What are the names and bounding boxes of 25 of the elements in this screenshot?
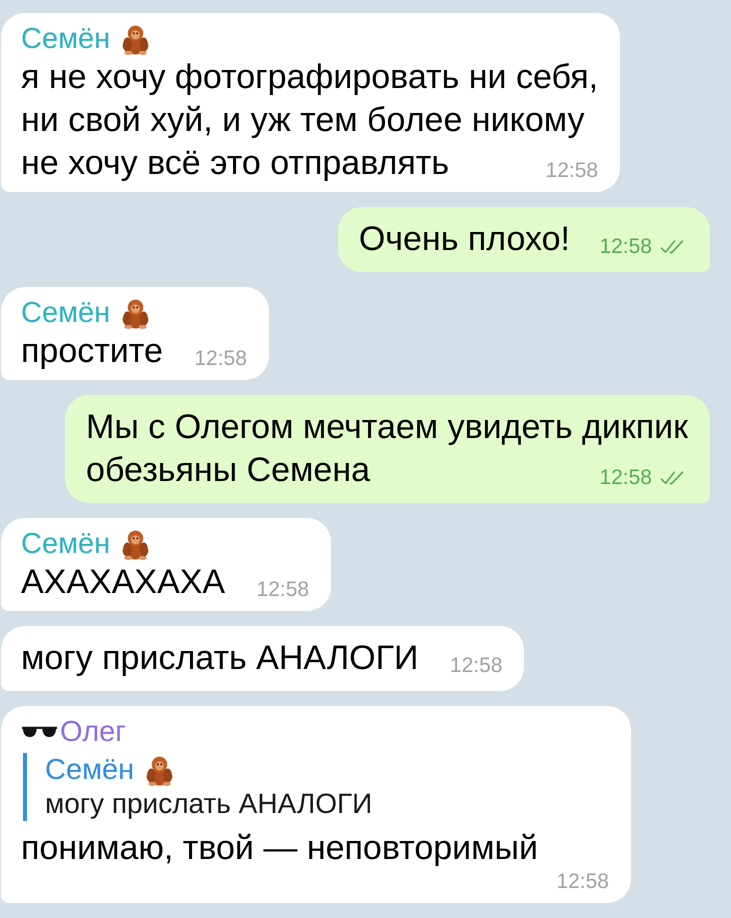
quoted-message-text: могу прислать АНАЛОГИ [45,787,374,821]
message-text: не хочу всё это отправлять [21,144,450,182]
reply-sender-name: Семён [45,753,134,787]
message-time: 12:58 [546,159,598,183]
message-text: обезьяны Семена [86,451,370,489]
message-text: простите [21,332,163,370]
message-time: 12:58 [599,235,652,259]
message-time: 12:58 [556,870,609,894]
reply-quote[interactable]: Семён могу прислать АНАЛОГИ [23,753,609,821]
message-text: Очень плохо! [358,220,570,258]
sender-name: Семён [21,296,110,330]
message-text: ни свой хуй, и уж тем более никому [21,101,584,139]
sunglasses-icon [21,725,58,739]
message-time: 12:58 [450,654,502,678]
message-text: я не хочу фотографировать ни себя, [21,58,598,96]
message-text: могу прислать АНАЛОГИ [21,639,418,677]
message-text: АХАХАХАХА [21,563,226,601]
message-time: 12:58 [194,347,247,371]
sender-name: Семён [21,527,110,561]
message-time: 12:58 [256,578,310,602]
message-text: понимаю, твой — неповторимый [21,829,538,867]
sender-name: Семён [21,22,110,56]
message-text: Мы с Олегом мечтаем увидеть дикпик [86,408,688,446]
sender-name: Олег [60,715,126,749]
message-time: 12:58 [599,466,652,490]
